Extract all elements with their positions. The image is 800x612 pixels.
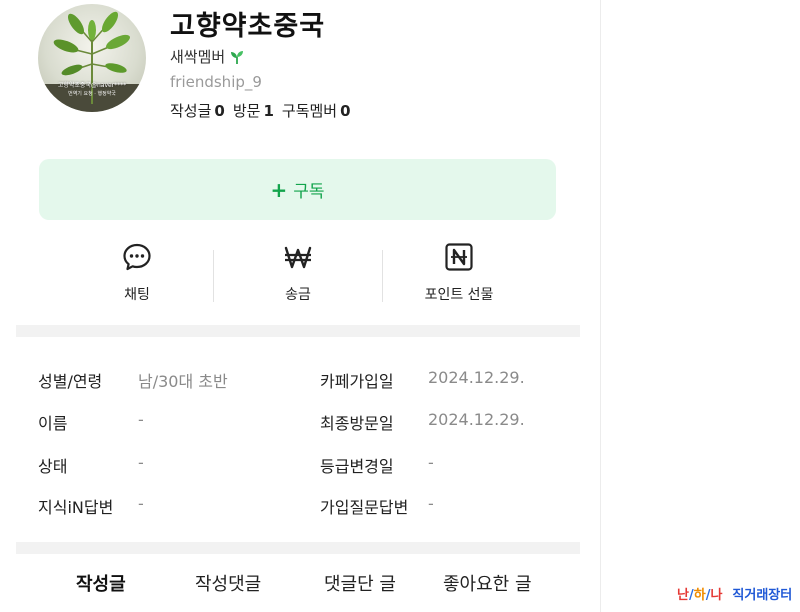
avatar-caption-sub: 번역기 요청 · 행정약국 xyxy=(68,91,116,97)
section-divider xyxy=(16,325,580,337)
name-value: - xyxy=(138,410,144,429)
tab-commented-posts[interactable]: 댓글단 글 xyxy=(324,570,396,596)
join-question-label: 가입질문답변 xyxy=(320,498,409,517)
activity-tabs: 작성글 작성댓글 댓글단 글 좋아요한 글 xyxy=(16,560,580,612)
naver-n-icon xyxy=(384,240,534,274)
section-divider xyxy=(16,542,580,554)
member-grade-label: 새싹멤버 xyxy=(170,48,226,66)
grade-change-label: 등급변경일 xyxy=(320,457,394,476)
grade-change-value: - xyxy=(428,453,434,472)
tab-posts[interactable]: 작성글 xyxy=(76,570,126,596)
name-label: 이름 xyxy=(38,414,68,433)
avatar-caption: 고향약초중국@naver**** xyxy=(57,82,127,89)
stat-visits: 방문 1 xyxy=(232,102,274,120)
action-divider xyxy=(382,250,383,302)
kin-answers-value: - xyxy=(138,494,144,513)
tab-liked-posts[interactable]: 좋아요한 글 xyxy=(443,570,532,596)
remit-label: 송금 xyxy=(285,287,311,303)
cafe-join-date-value: 2024.12.29. xyxy=(428,368,525,387)
chat-icon xyxy=(62,240,212,274)
status-label: 상태 xyxy=(38,457,68,476)
won-icon xyxy=(223,240,373,274)
remit-button[interactable]: 송금 xyxy=(223,240,373,304)
stat-posts[interactable]: 작성글 0 xyxy=(170,100,225,121)
cafe-name: 고향약초중국 xyxy=(170,11,326,42)
action-divider xyxy=(213,250,214,302)
subscribe-label: 구독 xyxy=(293,182,325,202)
profile-stats: 작성글 0 방문 1 구독멤버 0 xyxy=(170,100,351,121)
tab-comments[interactable]: 작성댓글 xyxy=(195,570,261,596)
plus-icon: + xyxy=(270,177,288,202)
point-gift-button[interactable]: 포인트 선물 xyxy=(384,240,534,304)
member-grade: 새싹멤버 xyxy=(170,46,245,67)
stat-subscribers[interactable]: 구독멤버 0 xyxy=(282,100,351,121)
status-value: - xyxy=(138,453,144,472)
gender-age-label: 성별/연령 xyxy=(38,372,103,391)
watermark: 난/하/나 직거래장터 xyxy=(677,588,793,603)
profile-avatar[interactable]: 고향약초중국@naver**** 번역기 요청 · 행정약국 xyxy=(38,4,146,112)
profile-panel: 고향약초중국@naver**** 번역기 요청 · 행정약국 고향약초중국 새싹… xyxy=(0,0,600,612)
action-bar: 채팅 송금 포인트 선물 xyxy=(40,240,580,310)
sprout-icon xyxy=(229,49,245,65)
join-question-value: - xyxy=(428,494,434,513)
kin-answers-label: 지식iN답변 xyxy=(38,498,114,517)
last-visit-value: 2024.12.29. xyxy=(428,410,525,429)
right-blank-area xyxy=(600,0,800,612)
cafe-join-date-label: 카페가입일 xyxy=(320,372,394,391)
chat-button[interactable]: 채팅 xyxy=(62,240,212,304)
chat-label: 채팅 xyxy=(124,287,150,303)
subscribe-button[interactable]: + 구독 xyxy=(39,159,556,220)
last-visit-label: 최종방문일 xyxy=(320,414,394,433)
gender-age-value: 남/30대 초반 xyxy=(138,372,228,391)
user-id: friendship_9 xyxy=(170,73,262,91)
point-gift-label: 포인트 선물 xyxy=(424,287,494,303)
